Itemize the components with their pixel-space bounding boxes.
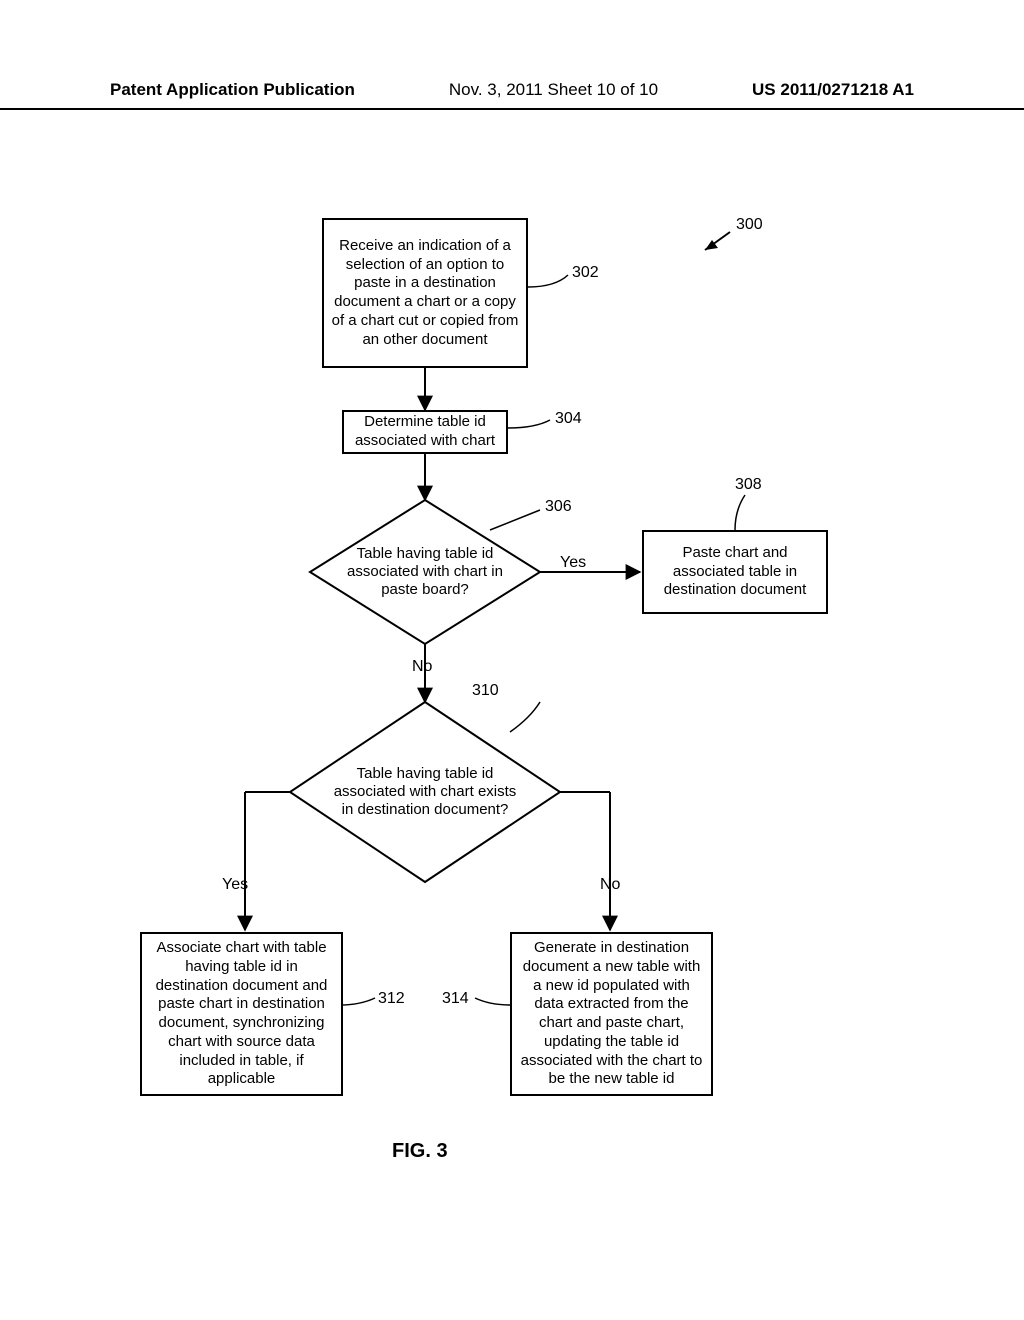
step-302-text: Receive an indication of a selection of … (330, 237, 520, 350)
ref-314: 314 (442, 990, 469, 1008)
branch-no-310: No (600, 876, 620, 894)
step-314-text: Generate in destination document a new t… (518, 939, 705, 1089)
ref-312: 312 (378, 990, 405, 1008)
step-304-text: Determine table id associated with chart (350, 413, 500, 451)
step-308-box: Paste chart and associated table in dest… (642, 530, 828, 614)
ref-308: 308 (735, 476, 762, 494)
ref-304: 304 (555, 410, 582, 428)
step-308-text: Paste chart and associated table in dest… (650, 544, 820, 600)
step-306-box: Table having table id associated with ch… (340, 530, 510, 614)
step-314-box: Generate in destination document a new t… (510, 932, 713, 1096)
step-304-box: Determine table id associated with chart (342, 410, 508, 454)
ref-310: 310 (472, 682, 499, 700)
step-306-text: Table having table id associated with ch… (340, 545, 510, 599)
step-310-text: Table having table id associated with ch… (330, 765, 520, 819)
step-312-box: Associate chart with table having table … (140, 932, 343, 1096)
branch-yes-306: Yes (560, 554, 586, 572)
step-312-text: Associate chart with table having table … (148, 939, 335, 1089)
branch-yes-310: Yes (222, 876, 248, 894)
step-302-box: Receive an indication of a selection of … (322, 218, 528, 368)
flowchart-svg (0, 0, 1024, 1320)
ref-300: 300 (736, 216, 763, 234)
ref-306: 306 (545, 498, 572, 516)
figure-title: FIG. 3 (392, 1140, 448, 1163)
step-310-box: Table having table id associated with ch… (330, 740, 520, 844)
ref-302: 302 (572, 264, 599, 282)
branch-no-306: No (412, 658, 432, 676)
